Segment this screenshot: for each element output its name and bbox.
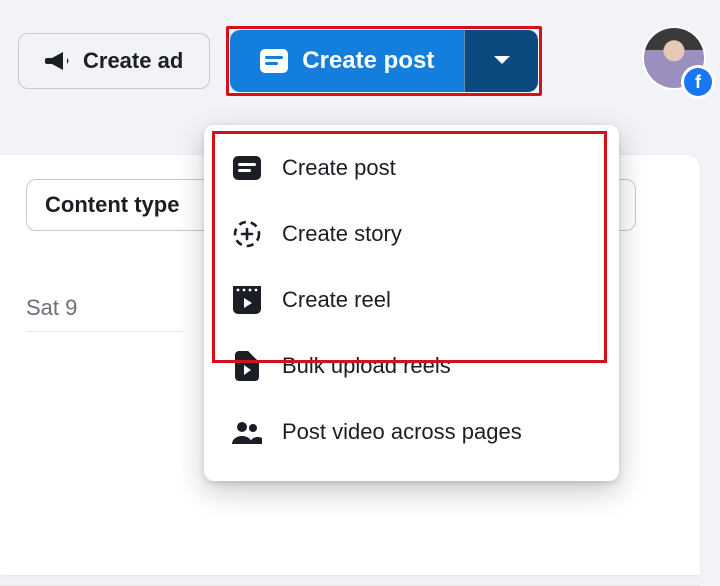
menu-item-create-story[interactable]: Create story bbox=[204, 201, 619, 267]
create-post-button-group: Create post bbox=[230, 30, 538, 92]
create-post-dropdown-toggle[interactable] bbox=[464, 30, 538, 92]
menu-item-label: Create story bbox=[282, 221, 402, 247]
people-icon bbox=[232, 417, 262, 447]
menu-item-post-video-across-pages[interactable]: Post video across pages bbox=[204, 399, 619, 465]
profile-avatar[interactable]: f bbox=[644, 28, 708, 92]
create-post-button[interactable]: Create post bbox=[230, 30, 464, 92]
topbar: Create ad Create post bbox=[0, 0, 720, 122]
menu-item-label: Bulk upload reels bbox=[282, 353, 451, 379]
menu-item-label: Create post bbox=[282, 155, 396, 181]
calendar-day-header: Sat 9 bbox=[26, 295, 184, 332]
create-ad-label: Create ad bbox=[83, 48, 183, 74]
menu-item-label: Post video across pages bbox=[282, 419, 522, 445]
facebook-badge-icon: f bbox=[684, 68, 712, 96]
video-file-icon bbox=[232, 351, 262, 381]
menu-item-bulk-upload-reels[interactable]: Bulk upload reels bbox=[204, 333, 619, 399]
reel-icon bbox=[232, 285, 262, 315]
caret-down-icon bbox=[493, 55, 511, 67]
menu-item-create-post[interactable]: Create post bbox=[204, 135, 619, 201]
menu-item-create-reel[interactable]: Create reel bbox=[204, 267, 619, 333]
megaphone-icon bbox=[45, 50, 71, 72]
content-type-label: Content type bbox=[45, 192, 179, 218]
menu-item-label: Create reel bbox=[282, 287, 391, 313]
create-post-label: Create post bbox=[302, 47, 434, 75]
create-ad-button[interactable]: Create ad bbox=[18, 33, 210, 89]
create-dropdown-menu: Create post Create story Create reel Bul… bbox=[204, 125, 619, 481]
post-icon bbox=[260, 49, 288, 73]
post-icon bbox=[232, 153, 262, 183]
story-add-icon bbox=[232, 219, 262, 249]
